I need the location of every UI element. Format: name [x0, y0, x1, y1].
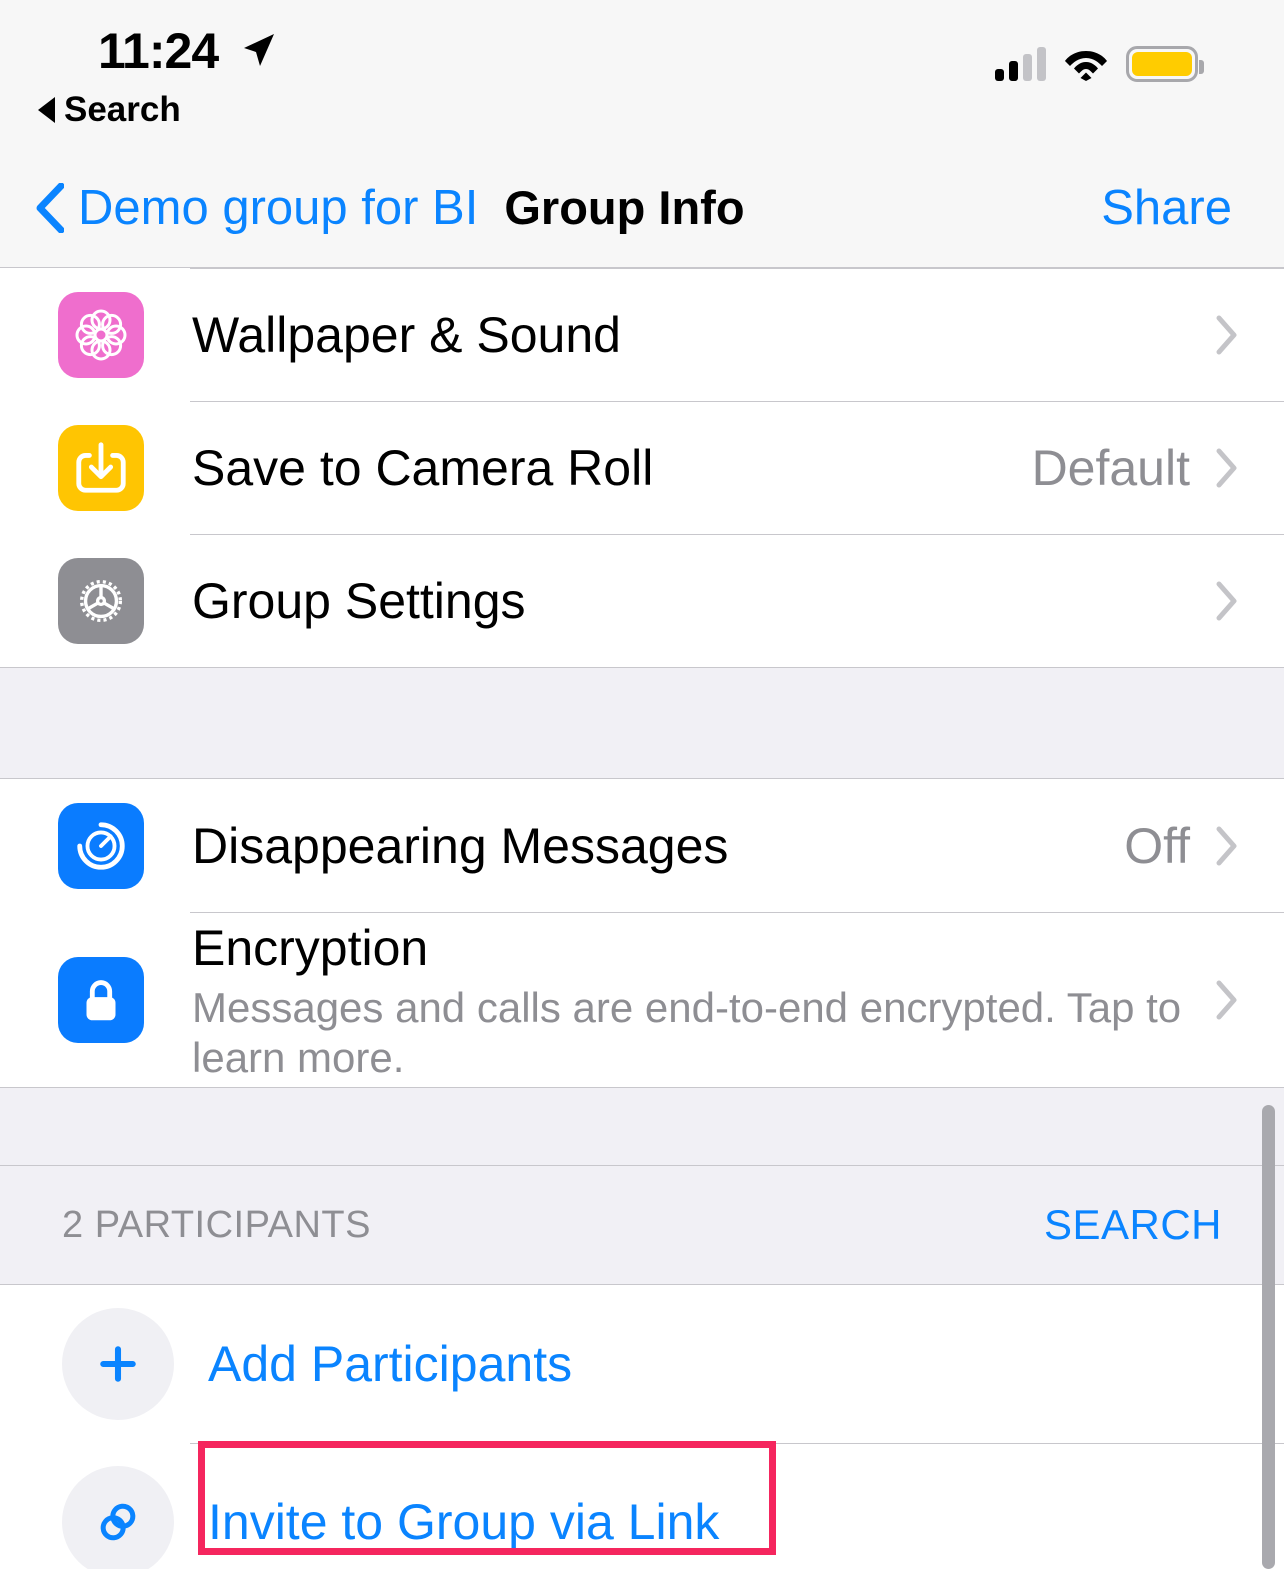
participants-count: 2 PARTICIPANTS	[62, 1203, 371, 1246]
iphone-screen: 11:24 Search Demo group for BI Group Inf…	[0, 0, 1284, 1569]
row-separator	[190, 534, 1284, 535]
chevron-right-icon	[1216, 980, 1237, 1019]
row-value: Off	[1124, 817, 1190, 874]
back-triangle-icon	[38, 97, 55, 123]
status-indicators	[995, 46, 1204, 82]
row-add-participants[interactable]: Add Participants	[0, 1285, 1284, 1443]
navigation-bar: Demo group for BI Group Info Share	[0, 148, 1284, 268]
lock-icon	[58, 956, 144, 1043]
download-box-icon	[58, 424, 144, 511]
status-time: 11:24	[98, 23, 219, 79]
vertical-scrollbar[interactable]	[1262, 1105, 1275, 1569]
row-value: Default	[1031, 439, 1190, 496]
cellular-signal-icon	[995, 47, 1046, 81]
chevron-left-icon	[36, 182, 64, 233]
back-to-search-label: Search	[64, 90, 181, 129]
participants-header-spacer	[0, 1087, 1284, 1165]
row-separator	[190, 912, 1284, 913]
page-title: Group Info	[504, 181, 745, 234]
timer-icon	[58, 802, 144, 889]
row-subtitle: Messages and calls are end-to-end encryp…	[192, 983, 1182, 1081]
settings-section: Wallpaper & Sound Save to Camera Roll De…	[0, 268, 1284, 667]
row-label: Invite to Group via Link	[208, 1494, 720, 1550]
row-save-to-camera-roll[interactable]: Save to Camera Roll Default	[0, 401, 1284, 534]
row-disappearing-messages[interactable]: Disappearing Messages Off	[0, 779, 1284, 912]
row-separator	[190, 1443, 1284, 1444]
privacy-section: Disappearing Messages Off Encryption Mes…	[0, 779, 1284, 1087]
nav-back-label: Demo group for BI	[78, 180, 479, 235]
participants-search-button[interactable]: SEARCH	[1044, 1201, 1222, 1249]
row-label: Wallpaper & Sound	[192, 306, 621, 363]
chevron-right-icon	[1216, 315, 1237, 354]
link-icon	[62, 1466, 174, 1569]
encryption-text-block: Encryption Messages and calls are end-to…	[192, 917, 1216, 1083]
row-wallpaper-and-sound[interactable]: Wallpaper & Sound	[0, 268, 1284, 401]
section-divider	[0, 667, 1284, 779]
chevron-right-icon	[1216, 581, 1237, 620]
chevron-right-icon	[1216, 448, 1237, 487]
status-bar: 11:24 Search	[0, 0, 1284, 148]
row-group-settings[interactable]: Group Settings	[0, 534, 1284, 667]
chevron-right-icon	[1216, 826, 1237, 865]
gear-icon	[58, 557, 144, 644]
row-label: Save to Camera Roll	[192, 439, 654, 496]
location-arrow-icon	[244, 34, 274, 66]
row-encryption[interactable]: Encryption Messages and calls are end-to…	[0, 912, 1284, 1087]
row-invite-to-group-via-link[interactable]: Invite to Group via Link	[0, 1443, 1284, 1569]
row-separator	[190, 401, 1284, 402]
row-label: Group Settings	[192, 572, 526, 629]
wifi-icon	[1065, 51, 1107, 81]
row-label: Encryption	[192, 919, 429, 976]
row-separator	[190, 268, 1284, 269]
share-button[interactable]: Share	[1101, 178, 1232, 238]
participants-header: 2 PARTICIPANTS SEARCH	[0, 1165, 1284, 1285]
flower-icon	[58, 291, 144, 378]
nav-back-button[interactable]: Demo group for BI	[36, 178, 478, 238]
participants-section: Add Participants Invite to Group via Lin…	[0, 1285, 1284, 1569]
back-to-search-button[interactable]: Search	[38, 88, 181, 132]
plus-icon	[62, 1308, 174, 1420]
row-label: Disappearing Messages	[192, 817, 729, 874]
battery-icon	[1126, 46, 1204, 82]
row-label: Add Participants	[208, 1336, 573, 1392]
